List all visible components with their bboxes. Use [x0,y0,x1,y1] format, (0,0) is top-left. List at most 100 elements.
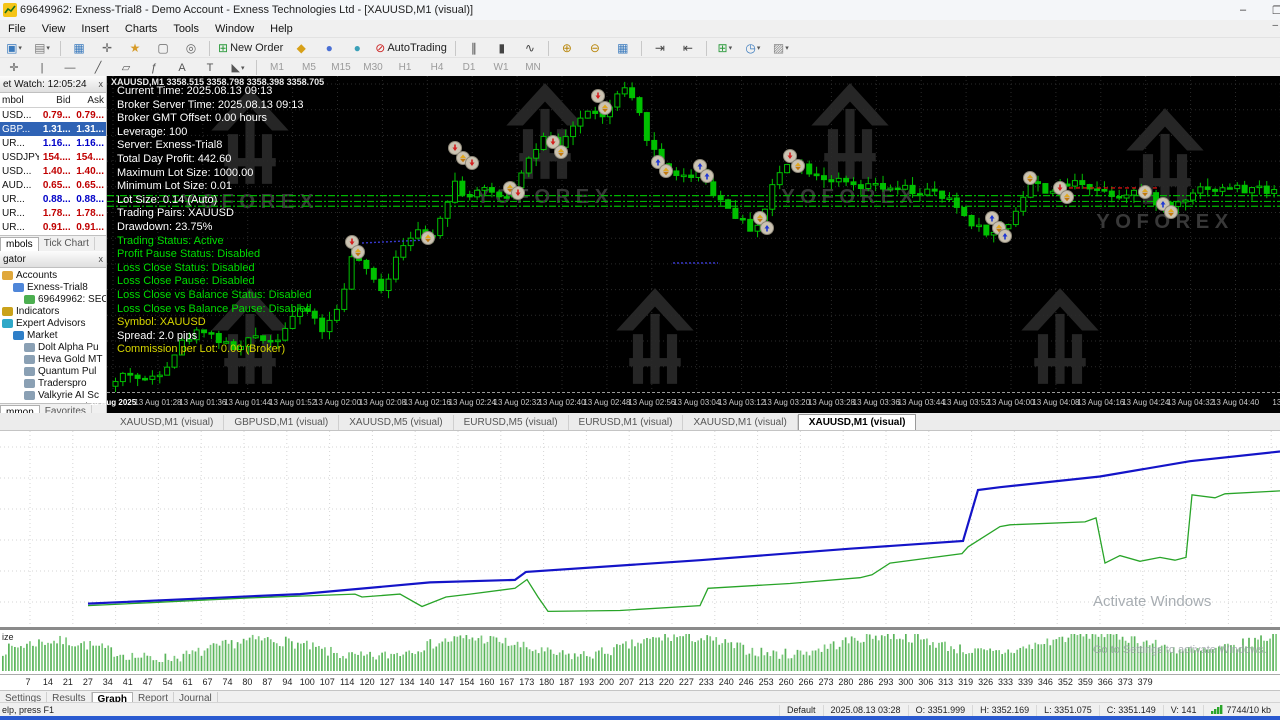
market-watch-row[interactable]: UR...0.91...0.91... [0,220,106,234]
trade-marker-blue[interactable] [999,230,1012,243]
menu-tools[interactable]: Tools [165,22,207,36]
maximize-button[interactable]: ❐ [1260,0,1280,20]
candlestick-chart-button[interactable]: ▮ [489,39,515,58]
navigator-item-indicators[interactable]: Indicators [0,305,106,317]
price-chart[interactable]: YOFOREXYOFOREXYOFOREXYOFOREXYOFOREXYOFOR… [107,76,1280,413]
navigator-item-traderspro[interactable]: Traderspro [0,377,106,389]
navigator-item-accounts[interactable]: Accounts [0,269,106,281]
timeframe-w1-button[interactable]: W1 [486,58,516,77]
chart-tab-3[interactable]: EURUSD,M5 (visual) [454,415,569,430]
chart-shift-button[interactable]: ⇤ [675,39,701,58]
autotrading-button[interactable]: ⊘AutoTrading [372,39,450,58]
close-icon[interactable]: x [99,79,104,89]
tester-graph-panel[interactable]: alance / Equity YOFOREXYOFOREXYOFOREX Ac… [0,431,1280,630]
metaeditor-button[interactable]: ◆ [288,39,314,58]
timeframe-m15-button[interactable]: M15 [326,58,356,77]
arrows-button[interactable]: ◣▾ [225,58,251,77]
mql5-community-button[interactable]: ● [316,39,342,58]
navigator-button[interactable]: ★ [122,39,148,58]
menu-view[interactable]: View [34,22,74,36]
crosshair-button[interactable]: ✛ [1,58,27,77]
menu-charts[interactable]: Charts [117,22,165,36]
vertical-line-button[interactable]: | [29,58,55,77]
equidistant-channel-button[interactable]: ▱ [113,58,139,77]
profiles-button[interactable]: ▤▾ [29,39,55,58]
market-watch-row[interactable]: GBP...1.31...1.31... [0,122,106,136]
timeframe-mn-button[interactable]: MN [518,58,548,77]
auto-scroll-button[interactable]: ⇥ [647,39,673,58]
line-chart-button[interactable]: ∿ [517,39,543,58]
trade-marker-yellow[interactable] [352,246,365,259]
timeframe-m1-button[interactable]: M1 [262,58,292,77]
trade-marker-yellow[interactable] [1165,206,1178,219]
market-watch-row[interactable]: AUD...0.65...0.65... [0,178,106,192]
periods-button[interactable]: ◷▾ [740,39,766,58]
strategy-tester-button[interactable]: ◎ [178,39,204,58]
data-window-button[interactable]: ✛ [94,39,120,58]
market-watch-row[interactable]: UR...0.88...0.88... [0,192,106,206]
timeframe-h1-button[interactable]: H1 [390,58,420,77]
chart-tab-2[interactable]: XAUUSD,M5 (visual) [339,415,453,430]
menu-window[interactable]: Window [207,22,262,36]
menu-file[interactable]: File [0,22,34,36]
chart-tab-4[interactable]: EURUSD,M1 (visual) [569,415,684,430]
child-minimize-icon[interactable]: – [1272,20,1278,31]
chart-tab-6[interactable]: XAUUSD,M1 (visual) [798,414,917,430]
web-terminal-button[interactable]: ● [344,39,370,58]
navigator-item-expert-advisors[interactable]: Expert Advisors [0,317,106,329]
minimize-button[interactable]: – [1226,0,1260,20]
trade-marker-yellow[interactable] [422,232,435,245]
chart-tab-0[interactable]: XAUUSD,M1 (visual) [110,415,224,430]
trendline-button[interactable]: ╱ [85,58,111,77]
horizontal-line-button[interactable]: ― [57,58,83,77]
trade-marker-yellow[interactable] [792,160,805,173]
text-label-button[interactable]: T [197,58,223,77]
trade-marker-yellow[interactable] [660,165,673,178]
navigator-item-market[interactable]: Market [0,329,106,341]
trade-marker-blue[interactable] [701,170,714,183]
trade-marker-yellow[interactable] [555,146,568,159]
market-watch-tab-tick-chart[interactable]: Tick Chart [39,237,95,250]
trade-marker-yellow[interactable] [1139,186,1152,199]
trade-marker-red[interactable] [466,157,479,170]
templates-button[interactable]: ▨▾ [768,39,794,58]
navigator-item-exness-trial8[interactable]: Exness-Trial8 [0,281,106,293]
trade-marker-blue[interactable] [761,222,774,235]
timeframe-m30-button[interactable]: M30 [358,58,388,77]
close-icon[interactable]: x [99,254,104,264]
zoom-out-button[interactable]: ⊖ [582,39,608,58]
new-order-button[interactable]: ⊞New Order [215,39,286,58]
trade-marker-red[interactable] [512,187,525,200]
menu-help[interactable]: Help [262,22,301,36]
navigator-item-dolt-alpha-pu[interactable]: Dolt Alpha Pu [0,341,106,353]
market-watch-row[interactable]: USDJPY154....154.... [0,150,106,164]
navigator-item-quantum-pul[interactable]: Quantum Pul [0,365,106,377]
lot-histogram-panel[interactable]: ize Go to Settings to activate Windows. [0,630,1280,675]
menu-insert[interactable]: Insert [73,22,117,36]
text-button[interactable]: A [169,58,195,77]
trade-marker-yellow[interactable] [1061,191,1074,204]
zoom-in-button[interactable]: ⊕ [554,39,580,58]
trade-marker-yellow[interactable] [599,102,612,115]
trade-marker-red[interactable] [592,90,605,103]
market-watch-button[interactable]: ▦ [66,39,92,58]
fibonacci-button[interactable]: ƒ [141,58,167,77]
timeframe-m5-button[interactable]: M5 [294,58,324,77]
time-axis[interactable]: 13 Aug 202513 Aug 01:2813 Aug 01:3613 Au… [107,392,1280,414]
tile-windows-button[interactable]: ▦ [610,39,636,58]
new-chart-button[interactable]: ▣▾ [1,39,27,58]
market-watch-row[interactable]: USD...1.40...1.40... [0,164,106,178]
timeframe-d1-button[interactable]: D1 [454,58,484,77]
trade-marker-yellow[interactable] [1024,172,1037,185]
navigator-item-heva-gold-mt[interactable]: Heva Gold MT [0,353,106,365]
market-watch-row[interactable]: USD...0.79...0.79... [0,108,106,122]
bar-chart-button[interactable]: ∥ [461,39,487,58]
indicators-button[interactable]: ⊞▾ [712,39,738,58]
timeframe-h4-button[interactable]: H4 [422,58,452,77]
chart-tab-5[interactable]: XAUUSD,M1 (visual) [683,415,797,430]
market-watch-row[interactable]: UR...1.78...1.78... [0,206,106,220]
chart-tab-1[interactable]: GBPUSD,M1 (visual) [224,415,339,430]
market-watch-row[interactable]: UR...1.16...1.16... [0,136,106,150]
terminal-button[interactable]: ▢ [150,39,176,58]
market-watch-tab-mbols[interactable]: mbols [0,237,39,251]
